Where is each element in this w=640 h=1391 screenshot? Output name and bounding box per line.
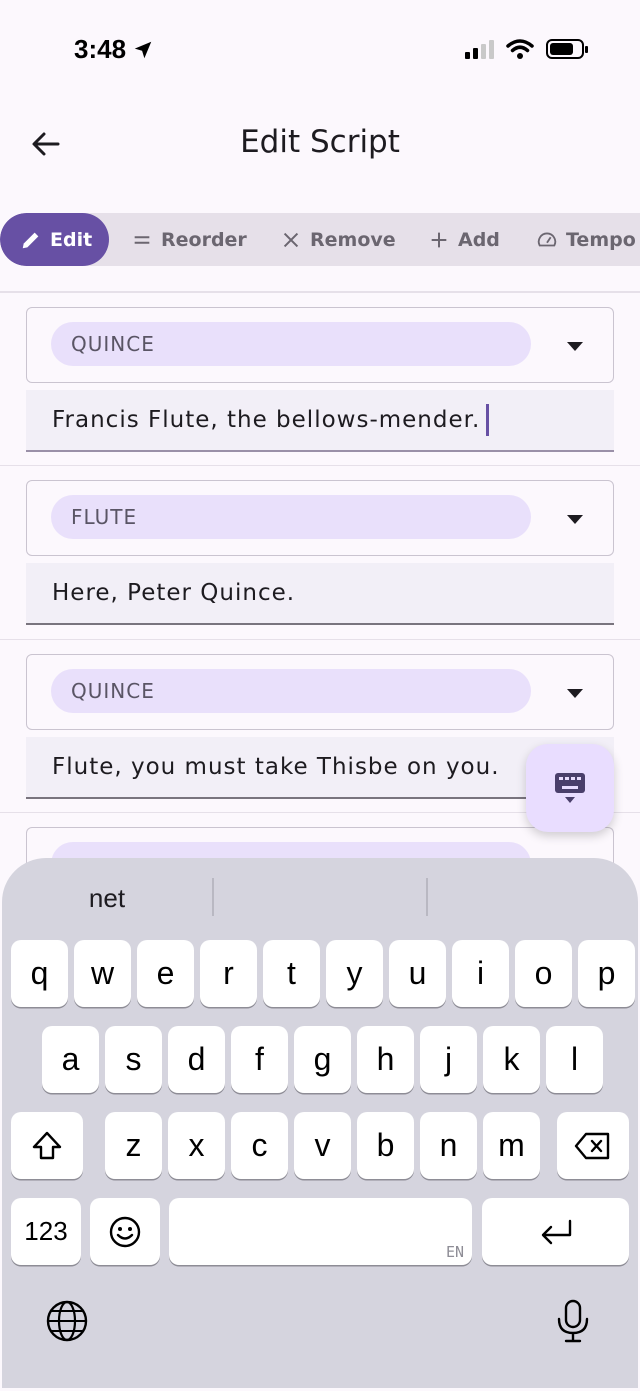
microphone-icon[interactable] — [550, 1298, 596, 1344]
emoji-key[interactable] — [90, 1198, 160, 1265]
tab-edit[interactable]: Edit — [0, 213, 109, 266]
keyboard: net q w e r t y u i o p a s d f g h j k … — [2, 858, 638, 1388]
chevron-down-icon — [567, 515, 583, 524]
hide-keyboard-button[interactable] — [526, 744, 614, 832]
location-arrow-icon — [134, 41, 152, 58]
key-c[interactable]: c — [231, 1112, 288, 1179]
key-u[interactable]: u — [389, 940, 446, 1007]
key-h[interactable]: h — [357, 1026, 414, 1093]
role-chip: FLUTE — [51, 495, 531, 539]
key-m[interactable]: m — [483, 1112, 540, 1179]
tab-label: Add — [458, 228, 500, 251]
role-chip: QUINCE — [51, 322, 531, 366]
status-time: 3:48 — [74, 34, 154, 65]
role-dropdown[interactable]: QUINCE — [26, 307, 614, 383]
key-b[interactable]: b — [357, 1112, 414, 1179]
key-z[interactable]: z — [105, 1112, 162, 1179]
drag-handle-icon — [134, 235, 150, 244]
key-e[interactable]: e — [137, 940, 194, 1007]
backspace-key[interactable] — [557, 1112, 629, 1179]
plus-icon — [431, 232, 447, 247]
key-d[interactable]: d — [168, 1026, 225, 1093]
shift-key[interactable] — [11, 1112, 83, 1179]
page-title: Edit Script — [240, 124, 400, 160]
key-j[interactable]: j — [420, 1026, 477, 1093]
key-w[interactable]: w — [74, 940, 131, 1007]
line-text: Flute, you must take Thisbe on you. — [52, 754, 500, 780]
key-t[interactable]: t — [263, 940, 320, 1007]
suggestion-1[interactable]: net — [2, 878, 212, 918]
tab-remove[interactable]: Remove — [280, 213, 396, 266]
battery-icon — [546, 39, 588, 59]
language-indicator: EN — [445, 1243, 464, 1261]
key-f[interactable]: f — [231, 1026, 288, 1093]
wifi-icon — [506, 39, 534, 59]
return-key[interactable] — [482, 1198, 629, 1265]
globe-icon[interactable] — [44, 1298, 90, 1344]
tab-add[interactable]: Add — [428, 213, 500, 266]
key-g[interactable]: g — [294, 1026, 351, 1093]
cellular-signal-icon — [465, 39, 494, 59]
divider — [0, 291, 640, 293]
time-text: 3:48 — [74, 34, 127, 64]
suggestion-2[interactable] — [214, 878, 426, 918]
key-q[interactable]: q — [11, 940, 68, 1007]
role-chip: QUINCE — [51, 669, 531, 713]
key-p[interactable]: p — [578, 940, 635, 1007]
line-text: Here, Peter Quince. — [52, 580, 296, 606]
key-i[interactable]: i — [452, 940, 509, 1007]
key-a[interactable]: a — [42, 1026, 99, 1093]
key-l[interactable]: l — [546, 1026, 603, 1093]
tab-tempo[interactable]: Tempo — [536, 213, 636, 266]
pencil-icon — [22, 232, 39, 248]
space-key[interactable]: EN — [169, 1198, 472, 1265]
line-input[interactable]: Francis Flute, the bellows-mender. — [26, 390, 614, 452]
line-text: Francis Flute, the bellows-mender. — [52, 407, 481, 433]
key-v[interactable]: v — [294, 1112, 351, 1179]
tab-label: Tempo — [566, 228, 636, 251]
role-dropdown[interactable]: QUINCE — [26, 654, 614, 730]
tab-bar: Edit Reorder Remove Add Tempo — [0, 213, 640, 266]
tab-label: Edit — [50, 228, 93, 251]
suggestion-3[interactable] — [428, 878, 638, 918]
return-icon — [541, 1219, 571, 1244]
role-dropdown[interactable]: FLUTE — [26, 480, 614, 556]
key-y[interactable]: y — [326, 940, 383, 1007]
tab-label: Reorder — [161, 228, 247, 251]
key-s[interactable]: s — [105, 1026, 162, 1093]
shift-icon — [32, 1131, 62, 1159]
tab-reorder[interactable]: Reorder — [131, 213, 247, 266]
speedometer-icon — [537, 232, 557, 246]
close-icon — [283, 232, 299, 247]
key-k[interactable]: k — [483, 1026, 540, 1093]
emoji-icon — [109, 1216, 141, 1247]
chevron-down-icon — [567, 689, 583, 698]
key-x[interactable]: x — [168, 1112, 225, 1179]
chevron-down-icon — [567, 342, 583, 351]
text-cursor — [486, 404, 490, 436]
numbers-key[interactable]: 123 — [11, 1198, 81, 1265]
key-r[interactable]: r — [200, 940, 257, 1007]
key-n[interactable]: n — [420, 1112, 477, 1179]
key-o[interactable]: o — [515, 940, 572, 1007]
divider — [0, 639, 640, 640]
tab-label: Remove — [310, 228, 396, 251]
backspace-icon — [574, 1132, 610, 1159]
divider — [0, 465, 640, 466]
keyboard-hide-icon — [555, 773, 585, 803]
line-input[interactable]: Here, Peter Quince. — [26, 563, 614, 625]
status-icons — [465, 38, 588, 60]
